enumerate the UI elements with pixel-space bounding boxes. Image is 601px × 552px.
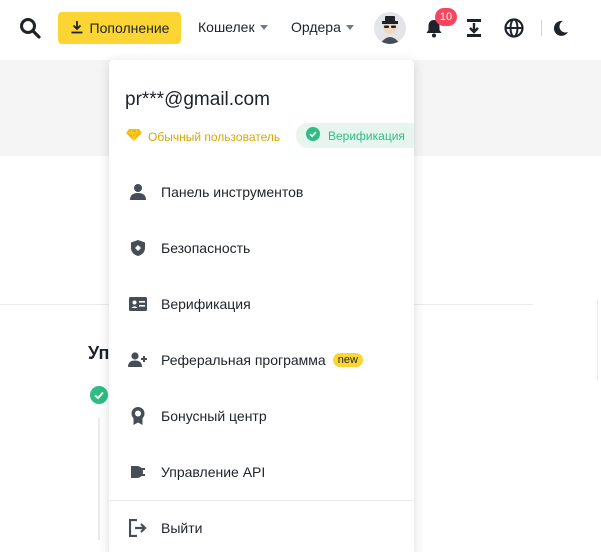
menu-item-label: Реферальная программа [161, 352, 326, 368]
chevron-down-icon [259, 24, 268, 30]
new-badge: new [332, 353, 363, 367]
account-dropdown: pr***@gmail.com Обычный пользователь Вер… [109, 60, 414, 552]
section-heading: Уп [88, 343, 110, 363]
menu-item-label: Верификация [161, 296, 251, 312]
add-user-icon [128, 350, 148, 370]
logout-label: Выйти [161, 520, 203, 536]
menu-item-security[interactable]: Безопасность [109, 224, 414, 272]
verification-status-badge[interactable]: Верификация [296, 123, 414, 148]
deposit-button[interactable]: Пополнение [58, 12, 181, 44]
deposit-label: Пополнение [89, 20, 170, 36]
verification-status-label: Верификация [328, 128, 405, 143]
shield-icon [128, 238, 148, 258]
user-type-badge: Обычный пользователь [125, 128, 280, 145]
orders-menu[interactable]: Ордера [291, 19, 354, 35]
top-navigation-bar: Пополнение Кошелек Ордера 10 [0, 0, 601, 58]
menu-item-label: Панель инструментов [161, 184, 304, 200]
user-type-label: Обычный пользователь [148, 129, 281, 144]
menu-item-label: Управление API [161, 464, 266, 480]
menu-divider [109, 500, 414, 501]
notification-count-badge: 10 [435, 8, 457, 26]
header-divider [541, 20, 542, 36]
globe-icon[interactable] [503, 17, 525, 39]
wallet-label: Кошелек [198, 19, 255, 35]
menu-item-verification[interactable]: Верификация [109, 280, 414, 328]
search-icon[interactable] [18, 16, 42, 40]
api-icon [128, 462, 148, 482]
user-email: pr***@gmail.com [125, 89, 270, 110]
menu-item-referral[interactable]: Реферальная программа new [109, 336, 414, 384]
menu-item-label: Безопасность [161, 240, 251, 256]
check-circle-icon [306, 127, 320, 144]
chevron-down-icon [345, 24, 354, 30]
diamond-icon [125, 128, 143, 145]
menu-item-api-management[interactable]: Управление API [109, 448, 414, 496]
moon-icon[interactable] [550, 17, 572, 39]
menu-item-dashboard[interactable]: Панель инструментов [109, 168, 414, 216]
menu-item-bonus-center[interactable]: Бонусный центр [109, 392, 414, 440]
avatar[interactable] [374, 12, 406, 44]
menu-item-label: Бонусный центр [161, 408, 267, 424]
id-card-icon [128, 294, 148, 314]
medal-icon [128, 406, 148, 426]
logout-icon [128, 518, 148, 538]
orders-label: Ордера [291, 19, 341, 35]
user-icon [128, 182, 148, 202]
check-circle-icon [90, 386, 108, 404]
download-app-icon[interactable] [464, 17, 486, 39]
timeline-line [98, 418, 100, 540]
download-icon [70, 20, 84, 37]
wallet-menu[interactable]: Кошелек [198, 19, 268, 35]
section-divider [597, 300, 598, 380]
logout-button[interactable]: Выйти [109, 504, 414, 552]
